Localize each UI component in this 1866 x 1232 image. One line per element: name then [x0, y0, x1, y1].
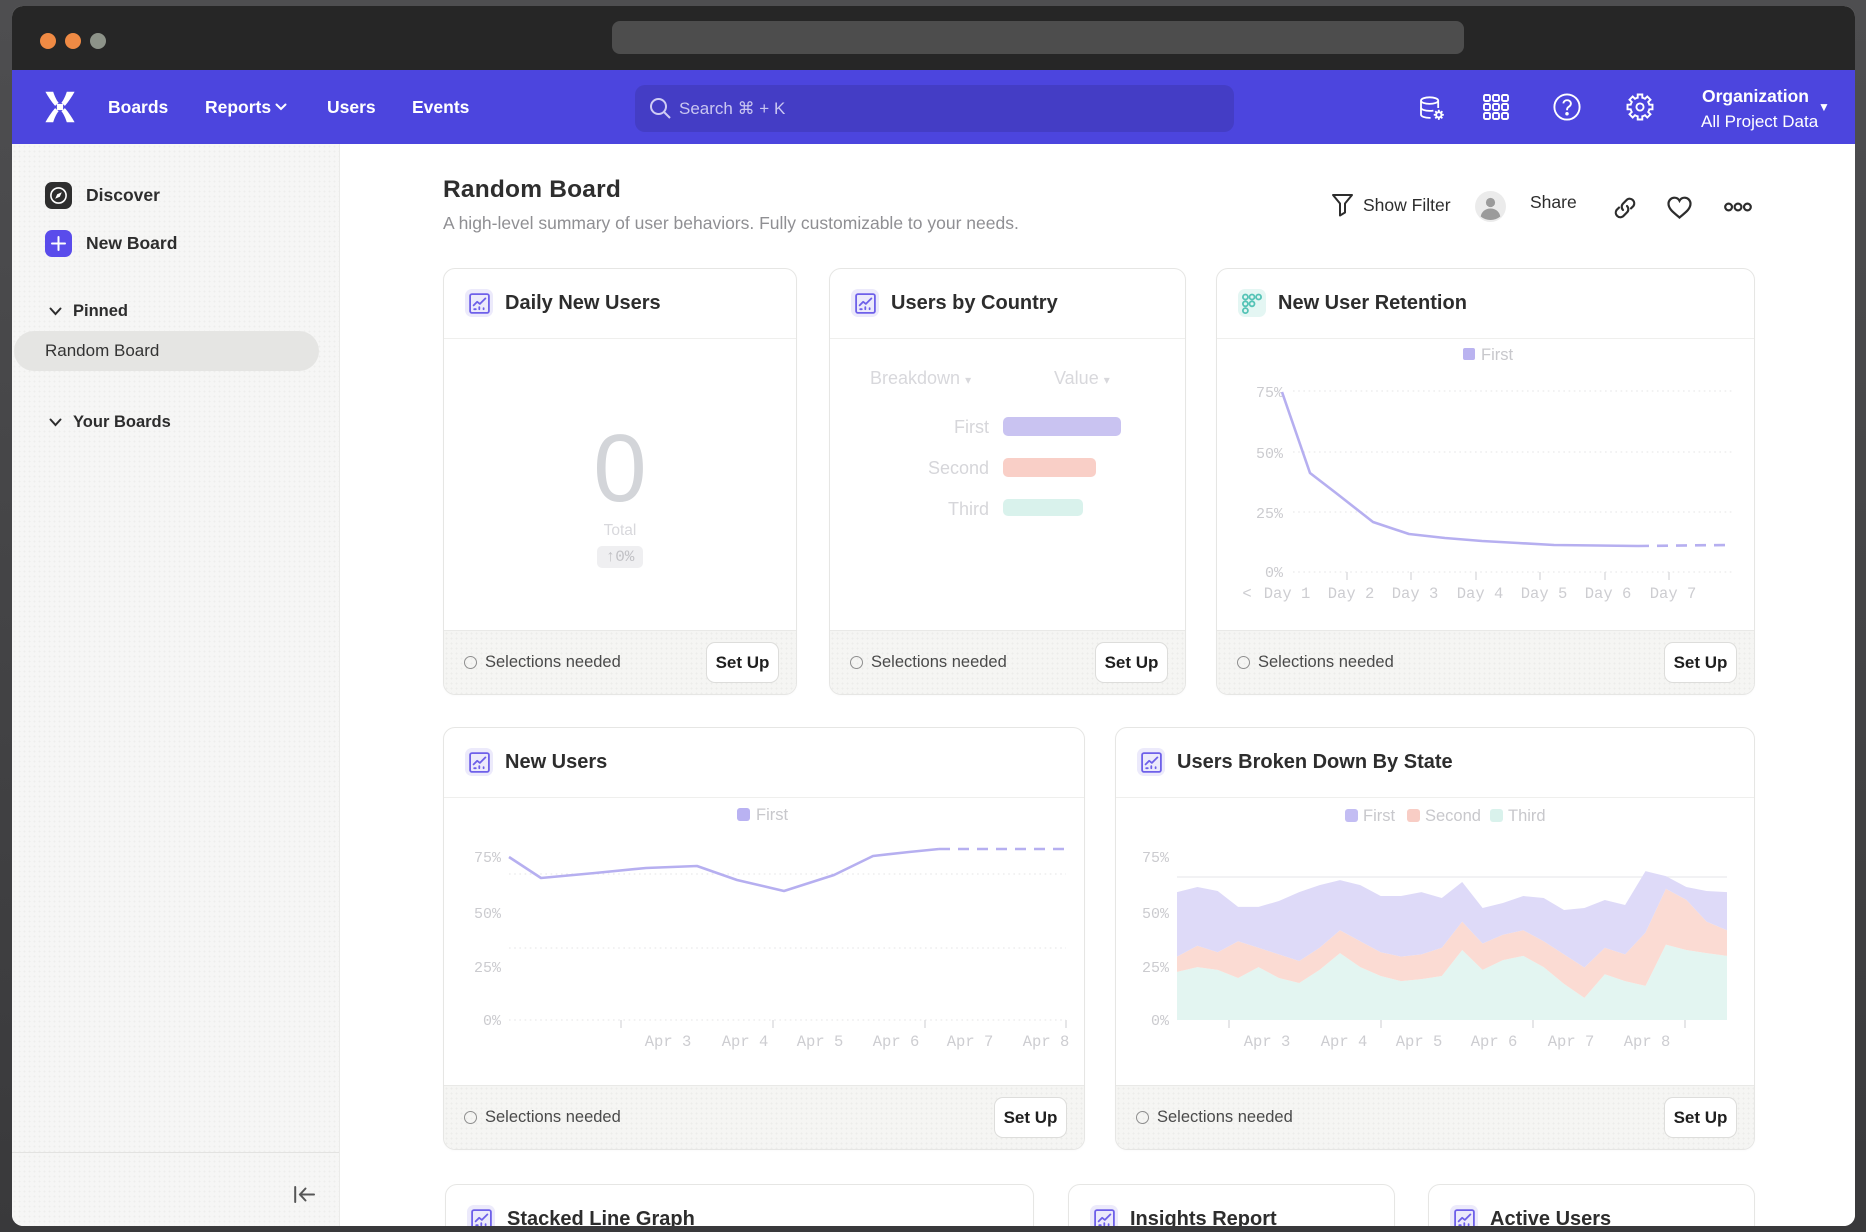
svg-text:First: First — [756, 806, 788, 824]
svg-text:Day 6: Day 6 — [1585, 585, 1632, 603]
svg-text:Apr 5: Apr 5 — [1396, 1033, 1443, 1051]
svg-text:Day 5: Day 5 — [1521, 585, 1568, 603]
svg-text:Day 3: Day 3 — [1392, 585, 1439, 603]
svg-text:0%: 0% — [1151, 1013, 1170, 1030]
svg-text:First: First — [1363, 807, 1395, 825]
svg-text:Apr 8: Apr 8 — [1023, 1033, 1070, 1051]
svg-text:25%: 25% — [1256, 506, 1284, 523]
svg-text:50%: 50% — [1256, 446, 1284, 463]
svg-text:Apr 6: Apr 6 — [873, 1033, 920, 1051]
svg-text:50%: 50% — [1142, 906, 1170, 923]
svg-text:Apr 3: Apr 3 — [645, 1033, 692, 1051]
svg-text:Day 2: Day 2 — [1328, 585, 1375, 603]
svg-text:Apr 4: Apr 4 — [1321, 1033, 1368, 1051]
svg-text:<: < — [1242, 585, 1251, 603]
svg-text:75%: 75% — [1256, 385, 1284, 402]
svg-text:50%: 50% — [474, 906, 502, 923]
svg-text:Day 4: Day 4 — [1457, 585, 1504, 603]
svg-text:Day 1: Day 1 — [1264, 585, 1311, 603]
svg-text:25%: 25% — [1142, 960, 1170, 977]
svg-text:First: First — [1481, 346, 1513, 364]
svg-text:75%: 75% — [474, 850, 502, 867]
svg-text:Apr 3: Apr 3 — [1244, 1033, 1291, 1051]
svg-text:Apr 4: Apr 4 — [722, 1033, 769, 1051]
svg-text:Apr 8: Apr 8 — [1624, 1033, 1671, 1051]
svg-text:Third: Third — [1508, 807, 1546, 825]
svg-text:Day 7: Day 7 — [1650, 585, 1697, 603]
svg-text:0%: 0% — [1265, 565, 1284, 582]
svg-text:Apr 7: Apr 7 — [947, 1033, 994, 1051]
svg-text:Apr 5: Apr 5 — [797, 1033, 844, 1051]
svg-text:0%: 0% — [483, 1013, 502, 1030]
svg-text:Apr 6: Apr 6 — [1471, 1033, 1518, 1051]
svg-text:Apr 7: Apr 7 — [1548, 1033, 1595, 1051]
svg-text:25%: 25% — [474, 960, 502, 977]
svg-text:Second: Second — [1425, 807, 1481, 825]
svg-text:75%: 75% — [1142, 850, 1170, 867]
